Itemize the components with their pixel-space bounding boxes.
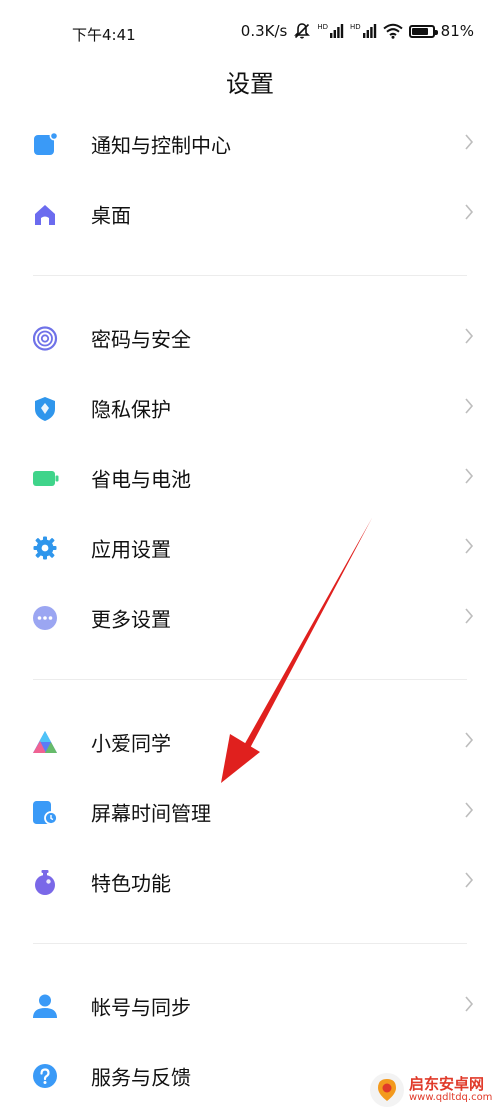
chevron-right-icon	[464, 801, 474, 823]
hd-label-1: HD	[317, 23, 328, 31]
settings-item-label: 通知与控制中心	[91, 133, 231, 158]
settings-item-notifications[interactable]: 通知与控制中心	[0, 109, 500, 179]
settings-item-desktop[interactable]: 桌面	[0, 179, 500, 249]
chevron-right-icon	[464, 133, 474, 155]
settings-item-label: 小爱同学	[91, 731, 171, 756]
settings-item-password-security[interactable]: 密码与安全	[0, 303, 500, 373]
settings-item-special-features[interactable]: 特色功能	[0, 847, 500, 917]
settings-item-xiaoai[interactable]: 小爱同学	[0, 707, 500, 777]
chevron-right-icon	[464, 203, 474, 225]
status-icons: 0.3K/s HD HD 81%	[241, 22, 474, 40]
mute-bell-icon	[293, 22, 311, 40]
watermark-url: www.qdltdq.com	[409, 1092, 493, 1104]
hd-label-2: HD	[350, 23, 361, 31]
gear-icon	[33, 536, 59, 562]
chevron-right-icon	[464, 537, 474, 559]
settings-item-label: 更多设置	[91, 607, 171, 632]
signal-bars-icon-1: HD	[317, 24, 344, 38]
home-icon	[33, 202, 59, 228]
battery-fill	[411, 27, 428, 35]
chevron-right-icon	[464, 995, 474, 1017]
settings-item-more-settings[interactable]: 更多设置	[0, 583, 500, 653]
chevron-right-icon	[464, 397, 474, 419]
wifi-icon	[383, 23, 403, 39]
fingerprint-icon	[33, 326, 59, 352]
chevron-right-icon	[464, 467, 474, 489]
settings-item-battery[interactable]: 省电与电池	[0, 443, 500, 513]
settings-item-screen-time[interactable]: 屏幕时间管理	[0, 777, 500, 847]
battery-percent: 81%	[440, 22, 474, 40]
settings-item-label: 桌面	[91, 203, 131, 228]
section-divider	[33, 275, 467, 276]
chevron-right-icon	[464, 871, 474, 893]
chevron-right-icon	[464, 607, 474, 629]
settings-item-label: 隐私保护	[91, 397, 171, 422]
settings-item-label: 密码与安全	[91, 327, 191, 352]
chevron-right-icon	[464, 731, 474, 753]
settings-item-account-sync[interactable]: 帐号与同步	[0, 971, 500, 1041]
section-divider	[33, 943, 467, 944]
section-divider	[33, 679, 467, 680]
chevron-right-icon	[464, 327, 474, 349]
help-icon	[33, 1064, 59, 1090]
screen-time-icon	[33, 800, 59, 826]
settings-item-app-settings[interactable]: 应用设置	[0, 513, 500, 583]
watermark-logo-icon	[370, 1072, 404, 1107]
status-time: 下午4:41	[72, 26, 136, 44]
settings-item-label: 屏幕时间管理	[91, 801, 211, 826]
battery-icon	[33, 466, 59, 492]
notification-icon	[33, 132, 59, 158]
page-title: 设置	[226, 70, 274, 98]
account-icon	[33, 994, 59, 1020]
settings-item-label: 省电与电池	[91, 467, 191, 492]
settings-item-privacy[interactable]: 隐私保护	[0, 373, 500, 443]
settings-item-label: 特色功能	[91, 871, 171, 896]
network-speed: 0.3K/s	[240, 22, 288, 40]
more-dots-icon	[33, 606, 59, 632]
status-bar: 下午4:41 0.3K/s HD HD 81%	[0, 0, 500, 64]
xiaoai-icon	[33, 730, 59, 756]
privacy-shield-icon	[33, 396, 59, 422]
battery-icon	[408, 24, 438, 38]
settings-item-label: 应用设置	[91, 537, 171, 562]
watermark: 启东安卓网 www.qdltdq.com	[370, 1068, 500, 1111]
settings-item-label: 服务与反馈	[91, 1065, 191, 1090]
signal-bars-icon-2: HD	[350, 24, 377, 38]
feature-potion-icon	[33, 870, 59, 896]
watermark-name: 启东安卓网	[409, 1074, 485, 1093]
settings-item-label: 帐号与同步	[91, 995, 191, 1020]
